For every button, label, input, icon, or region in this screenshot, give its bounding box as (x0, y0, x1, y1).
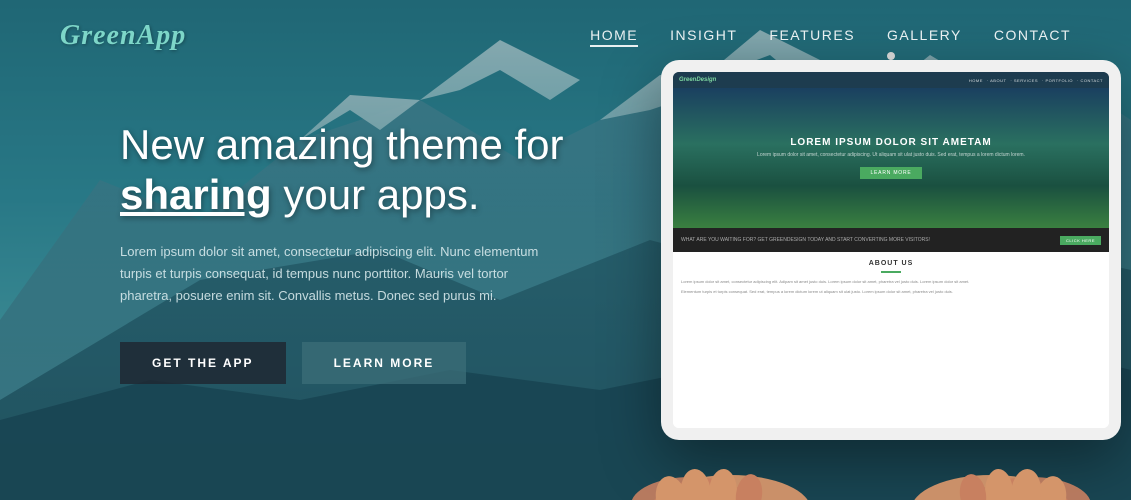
nav-item-insight[interactable]: INSIGHT (670, 27, 737, 45)
nav-item-gallery[interactable]: GALLERY (887, 27, 962, 45)
screen-nav-link-portfolio: · PORTFOLIO (1042, 78, 1073, 83)
screen-hero-button: LEARN MORE (860, 167, 921, 179)
hero-title-rest: your apps. (272, 171, 480, 218)
screen-nav-link-contact: · CONTACT (1077, 78, 1103, 83)
screen-nav-link-home: HOME (969, 78, 983, 83)
screen-hero-subtitle: Lorem ipsum dolor sit amet, consectetur … (737, 152, 1045, 160)
hero-description: Lorem ipsum dolor sit amet, consectetur … (120, 241, 540, 307)
learn-more-button[interactable]: LEARN MORE (302, 342, 467, 384)
logo[interactable]: GreenApp (60, 20, 186, 52)
screen-navigation: GreenDesign HOME · ABOUT · SERVICES · PO… (673, 72, 1109, 88)
hero-title: New amazing theme for sharing your apps. (120, 120, 564, 221)
hero-buttons: GET THE APP LEARN MORE (120, 342, 564, 384)
nav-link-features[interactable]: FEATURES (769, 27, 855, 43)
screen-about-title: ABOUT US (681, 260, 1101, 267)
screen-cta-bar: WHAT ARE YOU WAITING FOR? GET GREENDESIG… (673, 228, 1109, 252)
hands-svg (571, 310, 1131, 500)
nav-item-features[interactable]: FEATURES (769, 27, 855, 45)
nav-link-gallery[interactable]: GALLERY (887, 27, 962, 43)
hero-title-line1: New amazing theme for (120, 121, 564, 168)
tablet-mockup: GreenDesign HOME · ABOUT · SERVICES · PO… (571, 40, 1131, 500)
hero-content: New amazing theme for sharing your apps.… (120, 120, 564, 384)
nav-links: HOME INSIGHT FEATURES GALLERY CONTACT (590, 27, 1071, 45)
screen-about-text1: Lorem ipsum dolor sit amet, consectetur … (681, 279, 1101, 285)
nav-link-insight[interactable]: INSIGHT (670, 27, 737, 43)
hero-title-bold: sharing (120, 171, 272, 218)
nav-link-home[interactable]: HOME (590, 27, 638, 47)
screen-cta-text: WHAT ARE YOU WAITING FOR? GET GREENDESIG… (681, 237, 1056, 243)
nav-link-contact[interactable]: CONTACT (994, 27, 1071, 43)
screen-nav-link-services: · SERVICES (1010, 78, 1038, 83)
nav-item-contact[interactable]: CONTACT (994, 27, 1071, 45)
screen-hero: LOREM IPSUM DOLOR SIT AMETAM Lorem ipsum… (673, 88, 1109, 228)
get-app-button[interactable]: GET THE APP (120, 342, 286, 384)
nav-item-home[interactable]: HOME (590, 27, 638, 45)
hero-section: GreenApp HOME INSIGHT FEATURES GALLERY C… (0, 0, 1131, 500)
screen-cta-button: CLICK HERE (1060, 236, 1101, 245)
navigation: GreenApp HOME INSIGHT FEATURES GALLERY C… (0, 0, 1131, 72)
screen-about-divider (881, 271, 901, 273)
screen-nav-links: HOME · ABOUT · SERVICES · PORTFOLIO · CO… (969, 78, 1103, 83)
logo-text: GreenApp (60, 20, 186, 51)
screen-about-text2: Elementum turpis et turpis consequat. Se… (681, 289, 1101, 295)
screen-logo: GreenDesign (679, 77, 716, 83)
screen-hero-title: LOREM IPSUM DOLOR SIT AMETAM (790, 137, 991, 148)
screen-nav-link-about: · ABOUT (987, 78, 1007, 83)
